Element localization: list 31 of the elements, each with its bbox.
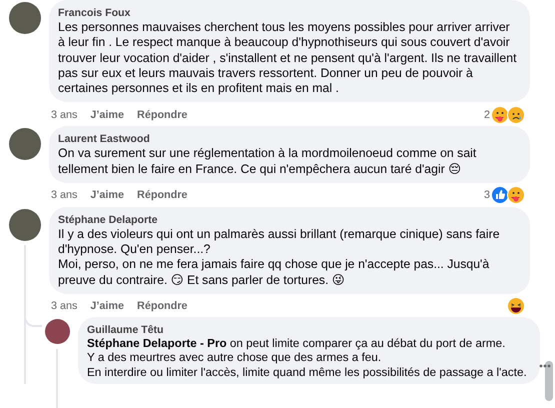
comment-text: Y a des meurtres avec autre chose que des armes a feu. [87,351,382,366]
reply-link[interactable]: Répondre [137,298,188,314]
avatar[interactable] [45,318,70,344]
author-name[interactable]: Stéphane Delaporte [58,212,158,227]
more-icon[interactable] [539,364,551,368]
like-icon[interactable] [491,186,509,204]
timestamp: 3 ans [51,299,78,314]
comment-text: Stéphane Delaporte - Pro on peut limite comparer ça au débat du port de arme. [87,336,506,352]
comment-text: On va surement sur une réglementation à la mordmoilenoeud comme on sait tellement bien le faire en France. Ce qui n'empêchera aucun taré d'agir 😔 [58,146,478,177]
avatar[interactable] [9,208,41,241]
like-link[interactable]: J’aime [90,106,124,123]
timestamp: 3 ans [51,108,78,123]
comment-text: Moi, perso, on ne me fera jamais faire qq chose que je n'accepte pas... Jusqu'à preuve du contraire. 😏 Et sans parler de tortures. 😜 [58,257,490,288]
reaction-count: 3 [484,188,490,204]
author-name[interactable]: Laurent Eastwood [58,132,150,146]
sad-face-icon[interactable] [507,106,525,124]
reply-link[interactable]: Répondre [137,187,188,204]
scrollbar-thumb[interactable] [545,361,553,401]
avatar[interactable] [9,2,41,34]
author-name[interactable]: Guillaume Têtu [87,322,164,337]
like-link[interactable]: J’aime [90,298,124,314]
author-name[interactable]: Francois Foux [58,6,130,20]
reply-link[interactable]: Répondre [137,106,188,123]
comment-text: En interdire ou limiter l'accès, limite quand même les possibilités de passage a l'acte. [87,366,528,381]
laughing-face-icon[interactable] [507,297,525,316]
timestamp: 3 ans [51,188,78,204]
comment-text: Il y a des violeurs qui ont un palmarès aussi brillant (remarque cinique) sans faire d'hypnose. Qu'en penser...? [58,227,501,258]
reaction-count: 2 [484,108,490,123]
like-link[interactable]: J’aime [90,187,124,204]
comment-text: Les personnes mauvaises cherchent tous les moyens possibles pour arriver arriver à leur fin . Le respect manque à beaucoup d'hypnothiseurs qui sous couvert d'avoir trouver leur vocation d'aider , s'installent et ne pensent qu'à l'argent. Ils ne travaillent pas sur eux et leurs mauvais travers ressortent. Donner un peu de pouvoir à certaines personnes et ils en profitent mais en mal . [58,20,518,96]
avatar[interactable] [9,128,41,160]
